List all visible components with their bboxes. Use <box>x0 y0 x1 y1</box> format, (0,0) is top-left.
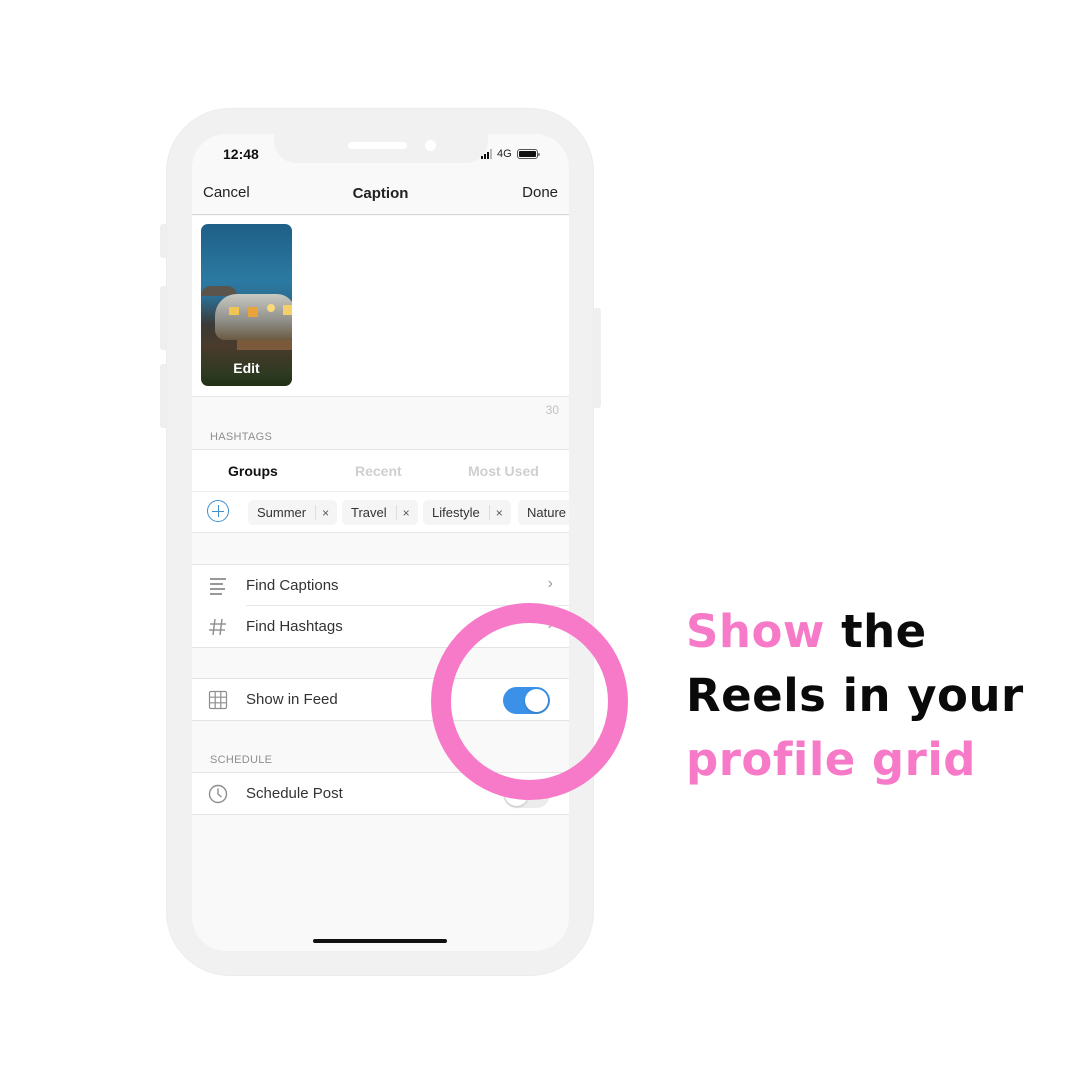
remove-chip-icon[interactable]: × <box>316 506 337 520</box>
show-in-feed-toggle[interactable] <box>503 687 550 714</box>
clock-icon <box>208 784 228 804</box>
hashtag-chip[interactable]: Summer × <box>248 500 338 525</box>
find-captions-row[interactable]: Find Captions › <box>192 565 569 606</box>
navigation-bar: Cancel Caption Done <box>192 174 569 215</box>
add-circle-icon[interactable] <box>207 500 229 522</box>
hashtag-chip[interactable]: Lifestyle × <box>423 500 511 525</box>
schedule-post-toggle[interactable] <box>503 781 550 808</box>
hashtags-section-label: HASHTAGS <box>210 431 273 443</box>
network-type: 4G <box>497 148 512 160</box>
find-captions-label: Find Captions <box>246 577 339 594</box>
feed-group: Show in Feed <box>192 678 569 721</box>
headline: Show the Reels in your profile grid <box>686 600 1024 792</box>
tab-groups[interactable]: Groups <box>228 463 278 479</box>
caption-input[interactable]: Edit <box>192 216 569 397</box>
hashtag-tabs: Groups Recent Most Used <box>192 449 569 491</box>
find-hashtags-label: Find Hashtags <box>246 618 343 635</box>
schedule-post-row: Schedule Post <box>192 773 569 814</box>
headline-word-show: Show <box>686 605 825 658</box>
speaker-grille <box>348 142 407 149</box>
tab-most-used[interactable]: Most Used <box>468 463 539 479</box>
power-button <box>593 308 601 408</box>
home-indicator <box>313 939 447 943</box>
schedule-group: Schedule Post <box>192 772 569 815</box>
hashtag-group-chips: Summer × Travel × Lifestyle × Nature <box>192 491 569 533</box>
done-button[interactable]: Done <box>522 184 558 201</box>
remove-chip-icon[interactable]: × <box>397 506 418 520</box>
hashtag-icon <box>209 618 226 636</box>
tab-recent[interactable]: Recent <box>355 463 402 479</box>
status-indicators: 4G <box>481 148 540 160</box>
page-title: Caption <box>352 185 409 202</box>
battery-full-icon <box>516 149 540 159</box>
schedule-section-label: SCHEDULE <box>210 754 273 766</box>
media-thumbnail[interactable]: Edit <box>201 224 292 386</box>
show-in-feed-row: Show in Feed <box>192 679 569 720</box>
signal-bars-icon <box>481 149 492 159</box>
headline-word-the: the <box>841 605 927 658</box>
status-time: 12:48 <box>223 146 259 162</box>
hashtag-chip[interactable]: Nature <box>518 500 569 525</box>
find-hashtags-row[interactable]: Find Hashtags › <box>192 606 569 647</box>
edit-media-button[interactable]: Edit <box>201 360 292 376</box>
chevron-right-icon: › <box>547 616 553 633</box>
text-lines-icon <box>210 578 226 595</box>
headline-line-3: profile grid <box>686 733 976 786</box>
schedule-post-label: Schedule Post <box>246 785 343 802</box>
hashtag-chip[interactable]: Travel × <box>342 500 418 525</box>
show-in-feed-label: Show in Feed <box>246 691 338 708</box>
front-camera <box>425 140 436 151</box>
headline-line-2: Reels in your <box>686 669 1024 722</box>
grid-icon <box>208 690 228 710</box>
remove-chip-icon[interactable]: × <box>490 506 511 520</box>
chevron-right-icon: › <box>547 575 553 592</box>
character-counter: 30 <box>545 403 559 417</box>
tools-group: Find Captions › Find Hashtags › <box>192 564 569 648</box>
